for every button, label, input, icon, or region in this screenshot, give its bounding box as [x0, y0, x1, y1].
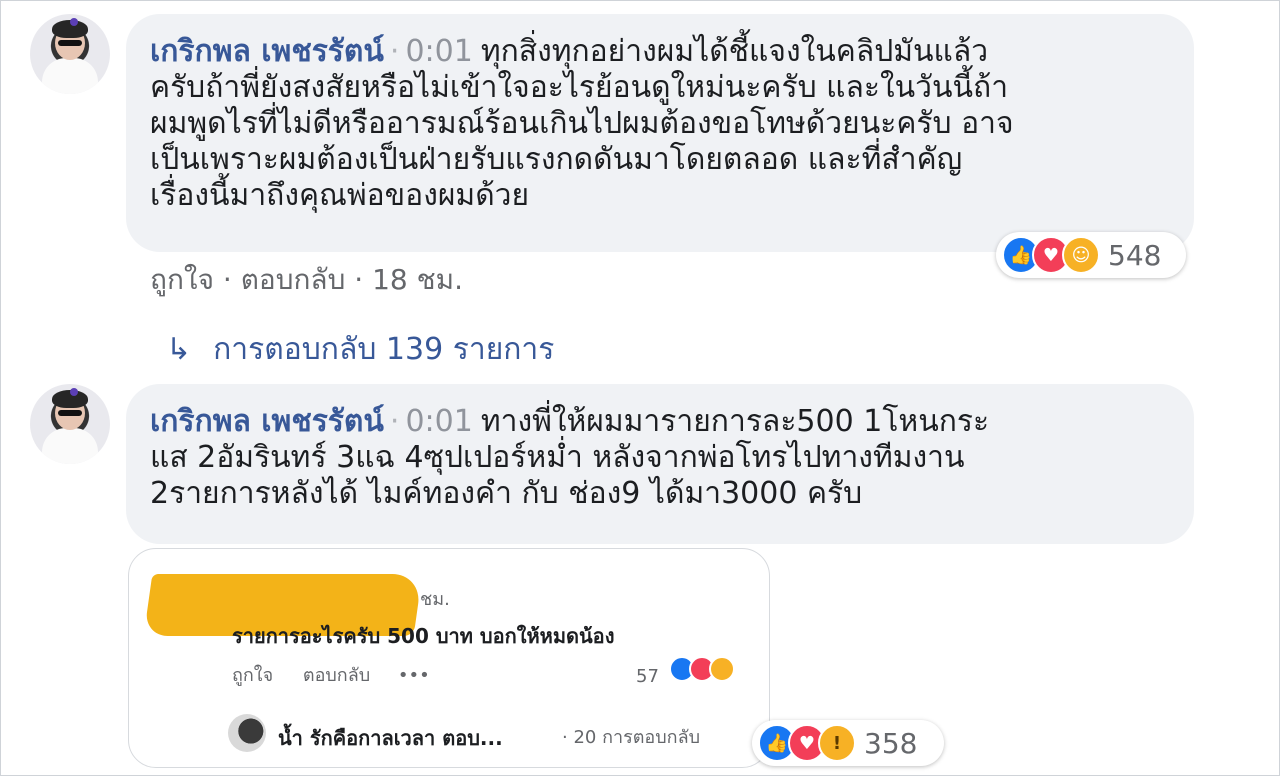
embedded-reaction-count: 57 — [636, 666, 659, 687]
haha-reaction-icon — [708, 656, 735, 682]
embedded-like: ถูกใจ — [232, 665, 274, 686]
avatar[interactable] — [30, 14, 110, 94]
comment-text-line: เรื่องนี้มาถึงคุณพ่อของผมด้วย — [150, 178, 530, 213]
replier-avatar — [228, 714, 266, 752]
embedded-reaction-summary: 57 — [636, 656, 735, 687]
more-icon: ••• — [397, 665, 430, 686]
comment-text-line: ทุกสิ่งทุกอย่างผมได้ชี้แจงในคลิปมันแล้ว — [480, 34, 989, 69]
wow-reaction-icon: ! — [818, 724, 856, 762]
embedded-time: ชม. — [420, 589, 450, 610]
comment-text-line: แส 2อัมรินทร์ 3แฉ 4ซุปเปอร์หม่ำ หลังจากพ… — [150, 440, 965, 475]
embedded-reply-meta: · 20 การตอบกลับ — [562, 727, 701, 748]
view-replies-label: การตอบกลับ 139 รายการ — [213, 332, 555, 367]
view-replies-link[interactable]: ↳ การตอบกลับ 139 รายการ — [166, 326, 554, 373]
separator-dot: · — [389, 34, 400, 69]
comment-timestamp[interactable]: 0:01 — [405, 34, 472, 69]
reaction-summary[interactable]: 👍 ♥ ! 358 — [752, 720, 944, 766]
separator-dot: · — [389, 404, 400, 439]
like-button[interactable]: ถูกใจ — [150, 263, 214, 296]
reaction-count: 358 — [864, 726, 918, 760]
comment-text-line: เป็นเพราะผมต้องเป็นฝ่ายรับแรงกดดันมาโดยต… — [150, 142, 963, 177]
comment-text-line: ทางพี่ให้ผมมารายการละ500 1โหนกระ — [480, 404, 990, 439]
comment-text-line: 2รายการหลังได้ ไมค์ทองคำ กับ ช่อง9 ได้มา… — [150, 476, 863, 511]
comment-actions: ถูกใจ · ตอบกลับ · 18 ชม. — [150, 263, 463, 296]
comment-text-line: ผมพูดไรที่ไม่ดีหรืออารมณ์ร้อนเกินไปผมต้อ… — [150, 106, 1014, 141]
care-reaction-icon: ☺ — [1062, 236, 1100, 274]
reply-button[interactable]: ตอบกลับ — [241, 263, 346, 296]
embedded-reply: ตอบกลับ — [302, 665, 371, 686]
embedded-actions: ถูกใจ ตอบกลับ ••• — [232, 660, 430, 689]
embedded-replier: น้ำ รักคือกาลเวลา ตอบ... — [278, 726, 503, 750]
comment-bubble: เกริกพล เพชรรัตน์ · 0:01 ทางพี่ให้ผมมารายกา… — [126, 384, 1194, 544]
comment-timestamp[interactable]: 0:01 — [405, 404, 472, 439]
comment-bubble: เกริกพล เพชรรัตน์ · 0:01 ทุกสิ่งทุกอย่างผมไ… — [126, 14, 1194, 252]
comment-time[interactable]: 18 ชม. — [372, 263, 463, 296]
comment-text-line: ครับถ้าพี่ยังสงสัยหรือไม่เข้าใจอะไรย้อนด… — [150, 70, 1009, 105]
comment-author[interactable]: เกริกพล เพชรรัตน์ — [150, 34, 384, 69]
comment-author[interactable]: เกริกพล เพชรรัตน์ — [150, 404, 384, 439]
avatar[interactable] — [30, 384, 110, 464]
reply-arrow-icon: ↳ — [166, 332, 192, 367]
reaction-summary[interactable]: 👍 ♥ ☺ 548 — [996, 232, 1186, 278]
reaction-count: 548 — [1108, 238, 1162, 272]
embedded-question: รายการอะไรครับ 500 บาท บอกให้หมดน้อง — [232, 624, 615, 648]
